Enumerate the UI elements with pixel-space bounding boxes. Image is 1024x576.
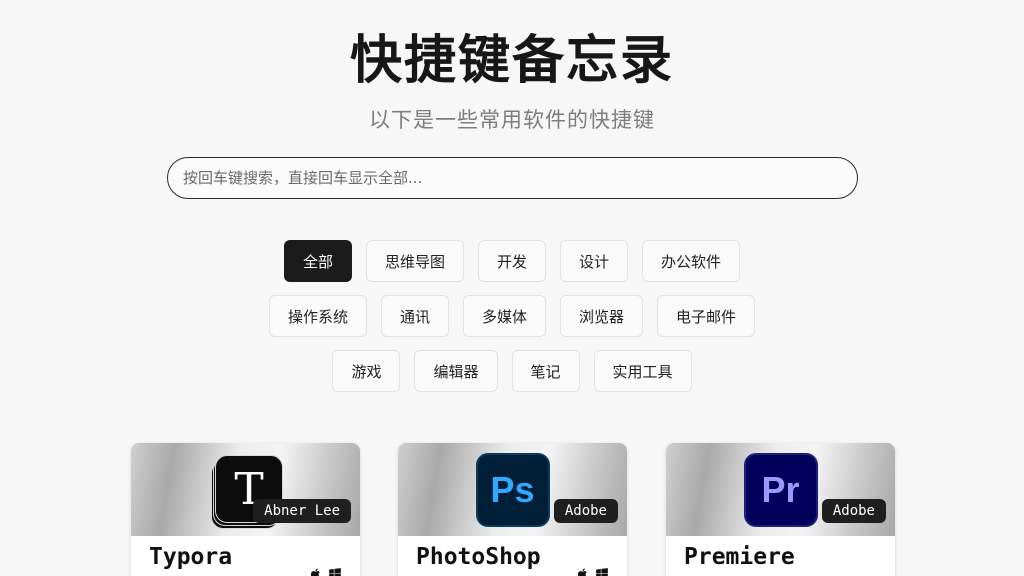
category-browser[interactable]: 浏览器	[560, 295, 644, 337]
card-banner: Pr Adobe	[666, 443, 895, 536]
premiere-icon-letters: Pr	[761, 469, 800, 510]
category-editors[interactable]: 编辑器	[414, 350, 498, 392]
app-card-photoshop[interactable]: Ps Adobe PhotoShop	[398, 443, 627, 576]
category-mind-map[interactable]: 思维导图	[365, 240, 464, 282]
category-games[interactable]: 游戏	[332, 350, 401, 392]
app-name: Typora	[149, 544, 233, 570]
app-card-typora[interactable]: T Abner Lee Typora	[131, 443, 360, 576]
category-notes[interactable]: 笔记	[511, 350, 580, 392]
apple-icon	[310, 568, 320, 576]
category-utilities[interactable]: 实用工具	[593, 350, 692, 392]
category-development[interactable]: 开发	[477, 240, 546, 282]
category-multimedia[interactable]: 多媒体	[462, 295, 546, 337]
app-name: Premiere	[684, 544, 795, 570]
photoshop-icon: Ps	[475, 453, 550, 527]
author-badge: Adobe	[821, 499, 886, 523]
category-row-2: 操作系统 通讯 多媒体 浏览器 电子邮件	[0, 295, 1024, 337]
platform-icons	[576, 567, 609, 576]
category-row-3: 游戏 编辑器 笔记 实用工具	[0, 350, 1024, 392]
category-all[interactable]: 全部	[283, 240, 352, 282]
card-banner: T Abner Lee	[131, 443, 360, 536]
category-office[interactable]: 办公软件	[642, 240, 741, 282]
category-communication[interactable]: 通讯	[380, 295, 449, 337]
apple-icon	[577, 568, 587, 576]
card-banner: Ps Adobe	[398, 443, 627, 536]
author-badge: Adobe	[553, 499, 618, 523]
app-name: PhotoShop	[416, 544, 541, 570]
windows-icon	[329, 568, 341, 576]
category-design[interactable]: 设计	[560, 240, 629, 282]
category-row-1: 全部 思维导图 开发 设计 办公软件	[0, 240, 1024, 282]
category-os[interactable]: 操作系统	[268, 295, 367, 337]
author-badge: Abner Lee	[253, 499, 351, 523]
page-title: 快捷键备忘录	[349, 31, 674, 91]
windows-icon	[596, 568, 608, 576]
search-input[interactable]	[183, 169, 857, 187]
page-subtitle: 以下是一些常用软件的快捷键	[369, 108, 655, 132]
photoshop-icon-letters: Ps	[490, 469, 535, 510]
search-box[interactable]	[167, 157, 858, 199]
category-email[interactable]: 电子邮件	[657, 295, 756, 337]
app-card-premiere[interactable]: Pr Adobe Premiere	[666, 443, 895, 576]
premiere-icon: Pr	[743, 453, 818, 527]
platform-icons	[309, 567, 342, 576]
